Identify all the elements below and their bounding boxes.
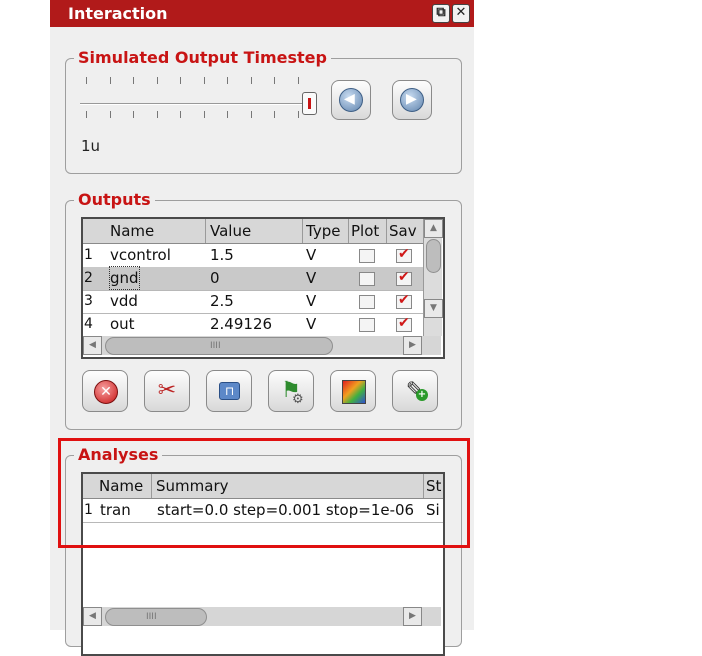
timestep-legend: Simulated Output Timestep — [74, 48, 331, 68]
output-row-number: 4 — [84, 316, 93, 332]
outputs-legend: Outputs — [74, 190, 155, 210]
slider-tick — [250, 77, 252, 84]
outputs-hscroll-thumb[interactable]: IIII — [105, 337, 333, 355]
slider-tick — [274, 111, 275, 118]
outputs-vertical-scrollbar[interactable]: ▲ ▼ — [423, 219, 443, 336]
slider-tick — [133, 111, 134, 118]
next-timestep-button[interactable]: ▶ — [392, 80, 432, 120]
timestep-group: Simulated Output Timestep ◀ ▶ 1u — [65, 48, 462, 174]
outputs-table-header: Name Value Type Plot Sav — [83, 219, 423, 244]
circle-arrow-left-icon: ◀ — [339, 88, 363, 112]
output-row[interactable]: 4 out 2.49126 V — [83, 313, 423, 337]
probe-add-icon: ✎ + — [405, 378, 428, 403]
output-row[interactable]: 2 gnd 0 V — [83, 266, 423, 291]
output-name: out — [110, 315, 135, 333]
output-type: V — [306, 269, 317, 287]
output-type: V — [306, 292, 317, 310]
save-checkbox[interactable] — [396, 315, 412, 332]
scissors-icon: ✂ — [157, 378, 177, 403]
wave-icon: ⊓ — [215, 377, 243, 405]
col-name[interactable]: Name — [110, 220, 154, 242]
slider-tick — [86, 77, 87, 84]
spectrum-button[interactable] — [330, 370, 376, 412]
timestep-value: 1u — [81, 137, 101, 155]
save-checkbox[interactable] — [396, 292, 412, 309]
delete-output-button[interactable]: ✕ — [82, 370, 128, 412]
slider-tick — [227, 111, 228, 118]
circle-arrow-right-icon: ▶ — [400, 88, 424, 112]
slider-tick — [86, 111, 87, 118]
slider-tick — [203, 111, 205, 118]
slider-tick — [250, 111, 252, 118]
output-value: 1.5 — [210, 246, 234, 264]
analyses-hscroll-thumb[interactable]: IIII — [105, 608, 207, 626]
slider-tick — [203, 77, 205, 84]
output-name: vdd — [110, 292, 138, 310]
output-value: 2.49126 — [210, 315, 273, 333]
slider-tick — [274, 77, 275, 84]
output-row-number: 3 — [84, 293, 93, 309]
outputs-vscroll-thumb[interactable] — [426, 239, 441, 273]
slider-tick — [133, 77, 134, 84]
output-row-number: 1 — [84, 247, 93, 263]
output-row[interactable]: 1 vcontrol 1.5 V — [83, 244, 423, 268]
output-row-number: 2 — [84, 270, 93, 286]
save-checkbox[interactable] — [396, 246, 412, 263]
analyses-highlight-box — [58, 438, 470, 548]
output-type: V — [306, 315, 317, 333]
scroll-left-icon[interactable]: ◀ — [83, 336, 102, 355]
plot-checkbox[interactable] — [359, 318, 375, 332]
col-plot[interactable]: Plot — [351, 220, 379, 242]
outputs-table: Name Value Type Plot Sav 1 vcontrol 1.5 V 2g… — [81, 217, 445, 359]
timestep-slider-track[interactable] — [80, 103, 314, 105]
slider-tick — [109, 111, 111, 118]
scroll-right-icon[interactable]: ▶ — [403, 607, 422, 626]
save-checkbox[interactable] — [396, 269, 412, 286]
plot-checkbox[interactable] — [359, 249, 375, 263]
slider-tick — [180, 111, 181, 118]
add-probe-button[interactable]: ✎ + — [392, 370, 438, 412]
timestep-slider-thumb[interactable] — [302, 92, 317, 115]
restore-window-icon[interactable]: ⧉ — [432, 4, 450, 23]
col-value[interactable]: Value — [210, 220, 251, 242]
output-type: V — [306, 246, 317, 264]
slider-tick — [156, 111, 158, 118]
output-name: vcontrol — [110, 246, 171, 264]
slider-tick — [156, 77, 158, 84]
analyses-horizontal-scrollbar[interactable]: ◀ IIII ▶ — [83, 607, 441, 626]
slider-tick — [297, 111, 299, 118]
scroll-up-icon[interactable]: ▲ — [424, 219, 443, 238]
scroll-down-icon[interactable]: ▼ — [424, 299, 443, 318]
panel-title-bar[interactable]: Interaction ⧉ ✕ — [50, 0, 474, 27]
panel-title: Interaction — [68, 4, 168, 23]
flag-gear-icon: ⚑ ⚙ — [281, 378, 304, 407]
delete-icon: ✕ — [91, 377, 119, 405]
output-name: gnd — [109, 266, 140, 290]
outputs-horizontal-scrollbar[interactable]: ◀ IIII ▶ — [83, 336, 441, 355]
cut-output-button[interactable]: ✂ — [144, 370, 190, 412]
slider-ticks-top — [86, 77, 299, 85]
slider-tick — [227, 77, 228, 84]
spectrum-icon — [339, 377, 367, 405]
col-type[interactable]: Type — [306, 220, 340, 242]
flag-settings-button[interactable]: ⚑ ⚙ — [268, 370, 314, 412]
plot-checkbox[interactable] — [359, 295, 375, 309]
slider-tick — [109, 77, 111, 84]
slider-tick — [297, 77, 299, 84]
slider-tick — [180, 77, 181, 84]
output-value: 2.5 — [210, 292, 234, 310]
scroll-left-icon[interactable]: ◀ — [83, 607, 102, 626]
output-value: 0 — [210, 269, 220, 287]
plot-checkbox[interactable] — [359, 272, 375, 286]
prev-timestep-button[interactable]: ◀ — [331, 80, 371, 120]
wave-output-button[interactable]: ⊓ — [206, 370, 252, 412]
slider-ticks-bottom — [86, 111, 299, 119]
close-icon[interactable]: ✕ — [452, 4, 470, 23]
col-save[interactable]: Sav — [389, 220, 423, 242]
output-row[interactable]: 3 vdd 2.5 V — [83, 290, 423, 314]
scroll-right-icon[interactable]: ▶ — [403, 336, 422, 355]
